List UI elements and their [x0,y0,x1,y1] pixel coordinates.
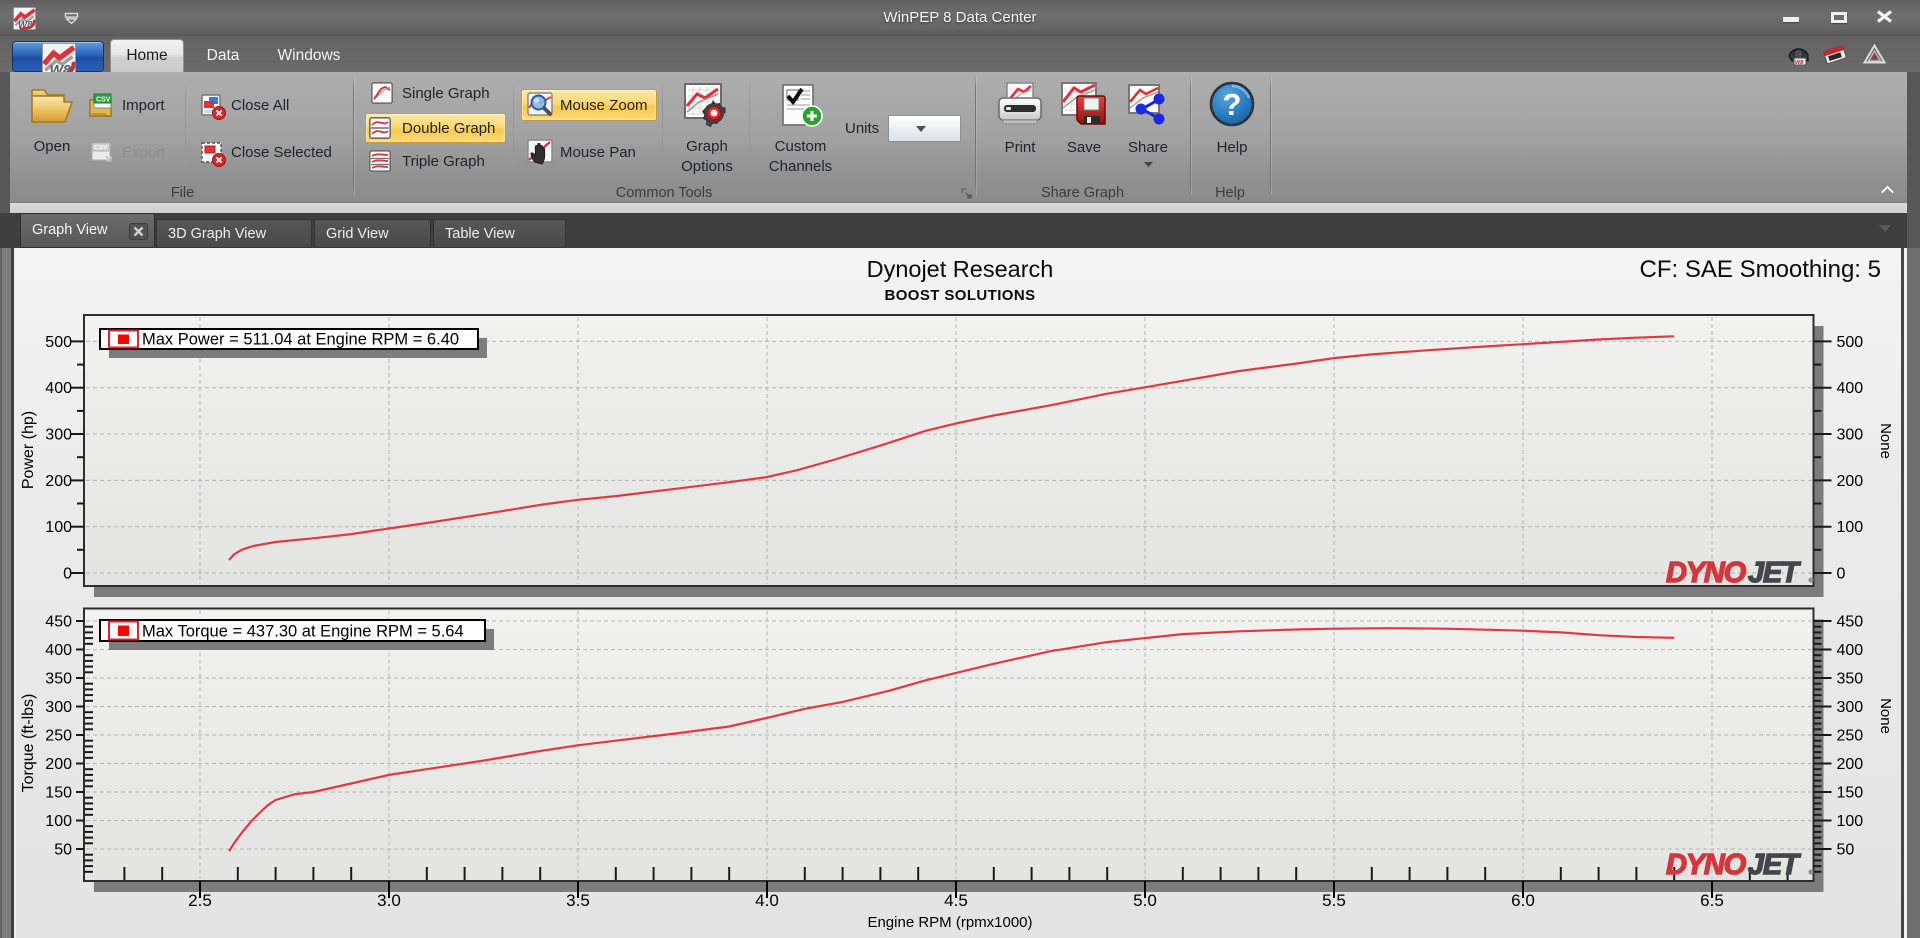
svg-text:350: 350 [1837,671,1864,688]
svg-text:Max Power = 511.04 at Engine R: Max Power = 511.04 at Engine RPM = 6.40 [142,331,459,349]
svg-text:Torque (ft-lbs): Torque (ft-lbs) [20,694,37,793]
svg-text:200: 200 [45,756,72,773]
svg-text:BOOST SOLUTIONS: BOOST SOLUTIONS [884,287,1035,304]
svg-text:250: 250 [1837,728,1864,745]
svg-text:6.0: 6.0 [1511,891,1535,910]
svg-text:400: 400 [1837,642,1864,659]
svg-text:300: 300 [45,699,72,716]
svg-text:500: 500 [45,334,72,351]
svg-text:150: 150 [45,785,72,802]
svg-text:None: None [1877,423,1894,459]
svg-text:0: 0 [1837,566,1846,583]
svg-text:4.5: 4.5 [944,891,968,910]
svg-text:CF: SAE Smoothing: 5: CF: SAE Smoothing: 5 [1640,256,1881,283]
svg-text:100: 100 [1837,813,1864,830]
svg-text:300: 300 [45,427,72,444]
svg-text:150: 150 [1837,785,1864,802]
svg-text:400: 400 [45,642,72,659]
svg-text:200: 200 [1837,473,1864,490]
svg-text:Power (hp): Power (hp) [20,411,37,489]
svg-text:200: 200 [1837,756,1864,773]
svg-text:DYNO: DYNO [1666,849,1747,881]
svg-text:JET: JET [1748,849,1801,881]
svg-text:3.0: 3.0 [377,891,401,910]
svg-text:5.5: 5.5 [1322,891,1346,910]
svg-text:4.0: 4.0 [755,891,779,910]
svg-text:100: 100 [45,813,72,830]
svg-text:50: 50 [54,842,72,859]
svg-text:450: 450 [1837,614,1864,631]
svg-text:JET: JET [1748,557,1801,589]
svg-text:50: 50 [1837,842,1855,859]
svg-text:None: None [1877,698,1894,734]
svg-text:350: 350 [45,671,72,688]
svg-text:300: 300 [1837,699,1864,716]
svg-text:6.5: 6.5 [1700,891,1724,910]
svg-text:300: 300 [1837,427,1864,444]
svg-text:500: 500 [1837,334,1864,351]
svg-text:100: 100 [45,519,72,536]
svg-text:200: 200 [45,473,72,490]
svg-text:250: 250 [45,728,72,745]
svg-text:450: 450 [45,614,72,631]
svg-text:3.5: 3.5 [566,891,590,910]
svg-text:5.0: 5.0 [1133,891,1157,910]
svg-text:Engine RPM (rpmx1000): Engine RPM (rpmx1000) [867,914,1032,931]
svg-text:2.5: 2.5 [188,891,212,910]
svg-text:Dynojet Research: Dynojet Research [867,256,1054,282]
svg-text:400: 400 [1837,380,1864,397]
svg-text:400: 400 [45,380,72,397]
svg-text:100: 100 [1837,519,1864,536]
svg-text:DYNO: DYNO [1666,557,1747,589]
svg-text:Max Torque = 437.30 at Engine: Max Torque = 437.30 at Engine RPM = 5.64 [142,623,464,641]
svg-text:0: 0 [63,566,72,583]
